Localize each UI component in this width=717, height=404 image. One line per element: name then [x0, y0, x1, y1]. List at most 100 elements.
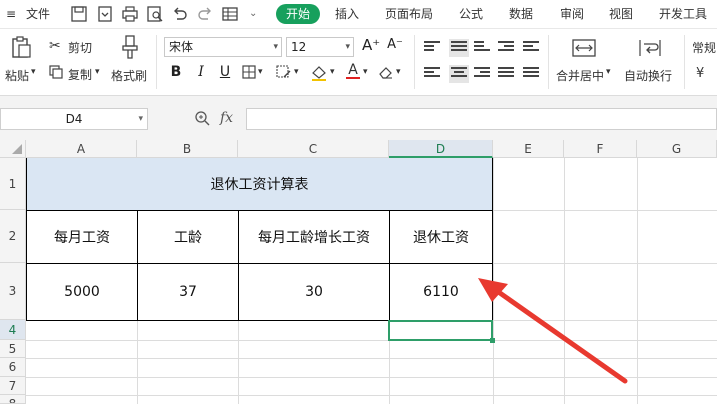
function-icon[interactable]: fx — [220, 110, 233, 126]
spreadsheet-grid: A B C D E F G 1 2 3 4 5 6 7 8 退休工资计算表 每月… — [0, 140, 717, 404]
paste-icon[interactable] — [10, 35, 32, 62]
copy-icon[interactable] — [49, 65, 63, 82]
underline-button[interactable]: U — [216, 62, 234, 82]
header-cell-monthly-increase[interactable]: 每月工龄增长工资 — [239, 211, 390, 264]
annotation-arrow-icon — [478, 278, 628, 384]
undo-icon[interactable] — [171, 5, 189, 23]
row-header-7[interactable]: 7 — [0, 377, 26, 395]
tab-view[interactable]: 视图 — [609, 0, 633, 28]
wrap-text-icon[interactable] — [638, 37, 662, 62]
row-header-3[interactable]: 3 — [0, 263, 26, 320]
export-pdf-icon[interactable] — [96, 5, 114, 23]
format-painter-icon[interactable] — [120, 34, 140, 63]
merge-center-icon[interactable] — [572, 37, 596, 62]
value-cell-monthly-increase[interactable]: 30 — [239, 264, 390, 321]
column-header-f[interactable]: F — [564, 140, 637, 158]
wrap-text-button[interactable]: 自动换行 — [624, 67, 672, 84]
copy-button[interactable]: 复制 — [68, 66, 92, 83]
formula-input[interactable] — [246, 108, 717, 130]
menu-icon[interactable]: ≡ — [6, 0, 16, 28]
file-menu[interactable]: 文件 — [26, 0, 50, 28]
tab-data[interactable]: 数据 — [509, 0, 533, 28]
ribbon-divider — [156, 35, 157, 89]
font-size-value: 12 — [291, 40, 307, 54]
redo-icon[interactable] — [196, 5, 214, 23]
chevron-down-icon: ▾ — [273, 42, 278, 52]
print-preview-icon[interactable] — [146, 5, 164, 23]
borders-dropdown-icon[interactable]: ▾ — [258, 67, 263, 77]
paste-button[interactable]: 粘贴 — [5, 67, 29, 84]
eraser-icon[interactable] — [378, 64, 394, 83]
column-header-a[interactable]: A — [26, 140, 137, 158]
distributed-align-icon[interactable] — [523, 67, 539, 81]
header-cell-pension[interactable]: 退休工资 — [390, 211, 493, 264]
italic-button[interactable]: I — [192, 62, 210, 82]
align-top-icon[interactable] — [424, 41, 440, 55]
value-cell-years-of-service[interactable]: 37 — [138, 264, 239, 321]
bold-button[interactable]: B — [166, 62, 186, 82]
scissors-icon[interactable]: ✂ — [49, 38, 61, 54]
tab-insert[interactable]: 插入 — [335, 0, 359, 28]
tab-page-layout[interactable]: 页面布局 — [385, 0, 433, 28]
title-cell[interactable]: 退休工资计算表 — [26, 158, 493, 211]
font-size-select[interactable]: 12 ▾ — [286, 37, 354, 57]
align-middle-icon[interactable] — [449, 39, 469, 57]
zoom-icon[interactable] — [194, 110, 210, 129]
header-cell-years-of-service[interactable]: 工龄 — [138, 211, 239, 264]
merge-dropdown-icon[interactable]: ▾ — [606, 67, 611, 77]
column-header-g[interactable]: G — [637, 140, 717, 158]
cell-format-icon[interactable] — [276, 65, 292, 82]
align-left-icon[interactable] — [424, 67, 440, 81]
row-header-5[interactable]: 5 — [0, 340, 26, 358]
fill-color-dropdown-icon[interactable]: ▾ — [330, 67, 335, 77]
row-header-4[interactable]: 4 — [0, 320, 26, 340]
row-header-8[interactable]: 8 — [0, 395, 26, 404]
clear-dropdown-icon[interactable]: ▾ — [396, 67, 401, 77]
quick-access-dropdown-icon[interactable]: ⌄ — [249, 0, 257, 28]
select-all-corner[interactable] — [0, 140, 26, 158]
column-header-c[interactable]: C — [238, 140, 389, 158]
tab-home[interactable]: 开始 — [276, 4, 320, 24]
cut-button[interactable]: 剪切 — [68, 39, 92, 56]
font-name-select[interactable]: 宋体 ▾ — [164, 37, 282, 57]
font-color-dropdown-icon[interactable]: ▾ — [363, 67, 368, 77]
copy-dropdown-icon[interactable]: ▾ — [95, 67, 100, 77]
row-header-6[interactable]: 6 — [0, 358, 26, 377]
ribbon-toolbar: 粘贴 ▾ ✂ 剪切 复制 ▾ 格式刷 宋体 ▾ 12 ▾ A⁺ A⁻ B I U… — [0, 29, 717, 96]
column-header-e[interactable]: E — [493, 140, 564, 158]
increase-font-size-button[interactable]: A⁺ — [362, 35, 380, 55]
tab-formulas[interactable]: 公式 — [459, 0, 483, 28]
font-color-icon[interactable]: A — [346, 63, 360, 79]
increase-indent-icon[interactable] — [523, 41, 539, 55]
fill-color-icon[interactable] — [310, 65, 328, 84]
format-painter-button[interactable]: 格式刷 — [111, 67, 147, 84]
currency-button[interactable]: ¥ — [696, 66, 704, 81]
align-bottom-icon[interactable] — [474, 41, 490, 55]
number-format-select[interactable]: 常规 — [692, 39, 716, 56]
tab-review[interactable]: 审阅 — [560, 0, 584, 28]
ribbon-divider — [684, 35, 685, 89]
row-header-2[interactable]: 2 — [0, 210, 26, 263]
tab-developer[interactable]: 开发工具 — [659, 0, 707, 28]
print-icon[interactable] — [121, 5, 139, 23]
header-cell-monthly-salary[interactable]: 每月工资 — [26, 211, 138, 264]
decrease-indent-icon[interactable] — [498, 41, 514, 55]
borders-icon[interactable] — [242, 65, 256, 82]
name-box[interactable]: D4 ▾ — [0, 108, 148, 130]
row-header-1[interactable]: 1 — [0, 158, 26, 210]
merge-center-button[interactable]: 合并居中 — [556, 67, 604, 84]
save-icon[interactable] — [70, 5, 88, 23]
justify-icon[interactable] — [498, 67, 514, 81]
align-center-icon[interactable] — [449, 65, 469, 83]
column-header-b[interactable]: B — [137, 140, 238, 158]
align-right-icon[interactable] — [474, 67, 490, 81]
font-color-letter: A — [348, 62, 358, 78]
column-header-d[interactable]: D — [389, 140, 493, 158]
chevron-down-icon: ▾ — [345, 42, 350, 52]
cell-format-dropdown-icon[interactable]: ▾ — [294, 67, 299, 77]
value-cell-monthly-salary[interactable]: 5000 — [26, 264, 138, 321]
decrease-font-size-button[interactable]: A⁻ — [386, 35, 404, 55]
table-style-icon[interactable] — [221, 5, 239, 23]
paste-dropdown-icon[interactable]: ▾ — [31, 67, 36, 77]
chevron-down-icon: ▾ — [138, 114, 143, 124]
